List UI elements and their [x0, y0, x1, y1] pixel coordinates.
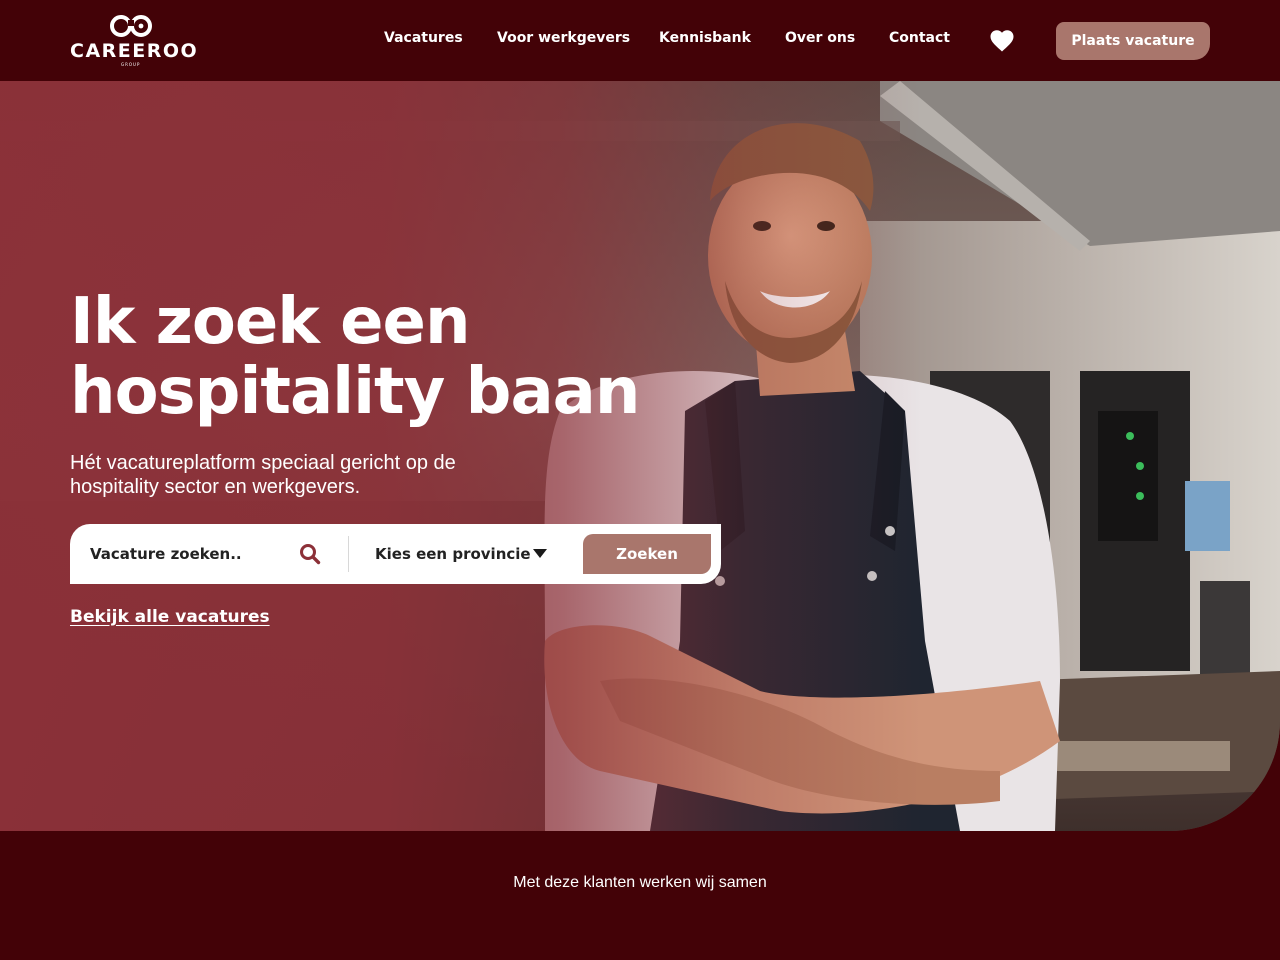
nav-link-kennisbank[interactable]: Kennisbank [659, 30, 751, 46]
post-vacancy-button[interactable]: Plaats vacature [1056, 22, 1210, 60]
clients-heading: Met deze klanten werken wij samen [513, 874, 767, 891]
job-search-input[interactable] [90, 534, 290, 574]
province-select-label: Kies een provincie [375, 545, 531, 563]
hero-subtitle: Hét vacatureplatform speciaal gericht op… [70, 452, 456, 498]
nav-link-over-ons[interactable]: Over ons [785, 30, 855, 46]
search-submit-button[interactable]: Zoeken [583, 534, 711, 574]
heart-icon[interactable] [990, 30, 1014, 52]
search-icon[interactable] [299, 543, 321, 565]
hero-title-line-1: Ik zoek een [70, 285, 470, 359]
search-divider [348, 536, 349, 572]
job-search-bar: Kies een provincie Zoeken [70, 524, 721, 584]
nav-link-vacatures[interactable]: Vacatures [384, 30, 463, 46]
hero-section: Ik zoek een hospitality baan Hét vacatur… [0, 81, 1280, 831]
nav-link-contact[interactable]: Contact [889, 30, 950, 46]
hero-title-line-2: hospitality baan [70, 355, 640, 429]
province-select[interactable]: Kies een provincie [363, 534, 563, 574]
top-navbar: CAREEROO GROUP Vacatures Voor werkgevers… [0, 0, 1280, 81]
view-all-vacancies-link[interactable]: Bekijk alle vacatures [70, 607, 270, 627]
nav-link-voor-werkgevers[interactable]: Voor werkgevers [497, 30, 630, 46]
hero-title: Ik zoek een hospitality baan [70, 287, 710, 427]
chevron-down-icon [533, 549, 547, 558]
